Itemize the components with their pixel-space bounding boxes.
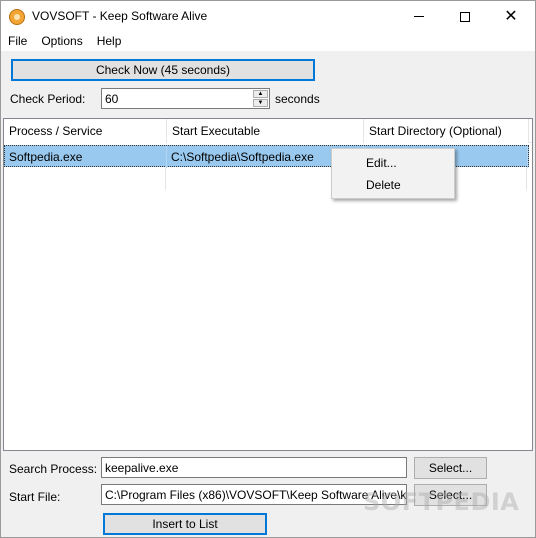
app-window: VOVSOFT - Keep Software Alive ✕ File Opt… bbox=[0, 0, 536, 538]
window-title: VOVSOFT - Keep Software Alive bbox=[32, 9, 208, 23]
search-process-label: Search Process: bbox=[9, 462, 98, 476]
minimize-button[interactable] bbox=[396, 1, 442, 32]
spin-down-icon[interactable]: ▼ bbox=[253, 99, 268, 107]
menu-file[interactable]: File bbox=[1, 32, 34, 51]
column-header-directory[interactable]: Start Directory (Optional) bbox=[364, 119, 529, 143]
softpedia-watermark: SOFTPEDIA bbox=[363, 488, 520, 516]
cell-process: Softpedia.exe bbox=[5, 146, 167, 168]
check-period-label: Check Period: bbox=[10, 92, 86, 106]
menu-options[interactable]: Options bbox=[34, 32, 89, 51]
check-period-input[interactable] bbox=[102, 89, 247, 108]
maximize-button[interactable] bbox=[442, 1, 488, 32]
seconds-label: seconds bbox=[275, 92, 320, 106]
check-now-button[interactable]: Check Now (45 seconds) bbox=[11, 59, 315, 81]
start-file-field[interactable] bbox=[101, 484, 407, 505]
context-menu-delete[interactable]: Delete bbox=[332, 174, 454, 196]
menu-help[interactable]: Help bbox=[90, 32, 129, 51]
context-menu-edit[interactable]: Edit... bbox=[332, 152, 454, 174]
cell-empty bbox=[4, 168, 166, 190]
insert-to-list-button[interactable]: Insert to List bbox=[103, 513, 267, 535]
column-header-executable[interactable]: Start Executable bbox=[167, 119, 364, 143]
check-period-spinner[interactable]: ▲ ▼ bbox=[101, 88, 270, 109]
menu-bar: File Options Help bbox=[1, 32, 535, 51]
title-bar[interactable]: VOVSOFT - Keep Software Alive ✕ bbox=[1, 1, 535, 32]
column-header-process[interactable]: Process / Service bbox=[4, 119, 167, 143]
app-icon bbox=[9, 9, 25, 25]
context-menu: Edit... Delete bbox=[331, 148, 455, 199]
maximize-icon bbox=[460, 11, 470, 22]
list-header: Process / Service Start Executable Start… bbox=[4, 119, 532, 143]
close-button[interactable]: ✕ bbox=[488, 1, 534, 32]
select-process-button[interactable]: Select... bbox=[414, 457, 487, 479]
start-file-input[interactable] bbox=[102, 485, 406, 504]
spin-up-icon[interactable]: ▲ bbox=[253, 90, 268, 98]
start-file-label: Start File: bbox=[9, 490, 61, 504]
minimize-icon bbox=[414, 16, 424, 17]
search-process-input[interactable] bbox=[102, 458, 406, 477]
search-process-field[interactable] bbox=[101, 457, 407, 478]
close-icon: ✕ bbox=[504, 7, 518, 25]
spin-buttons: ▲ ▼ bbox=[253, 90, 268, 107]
